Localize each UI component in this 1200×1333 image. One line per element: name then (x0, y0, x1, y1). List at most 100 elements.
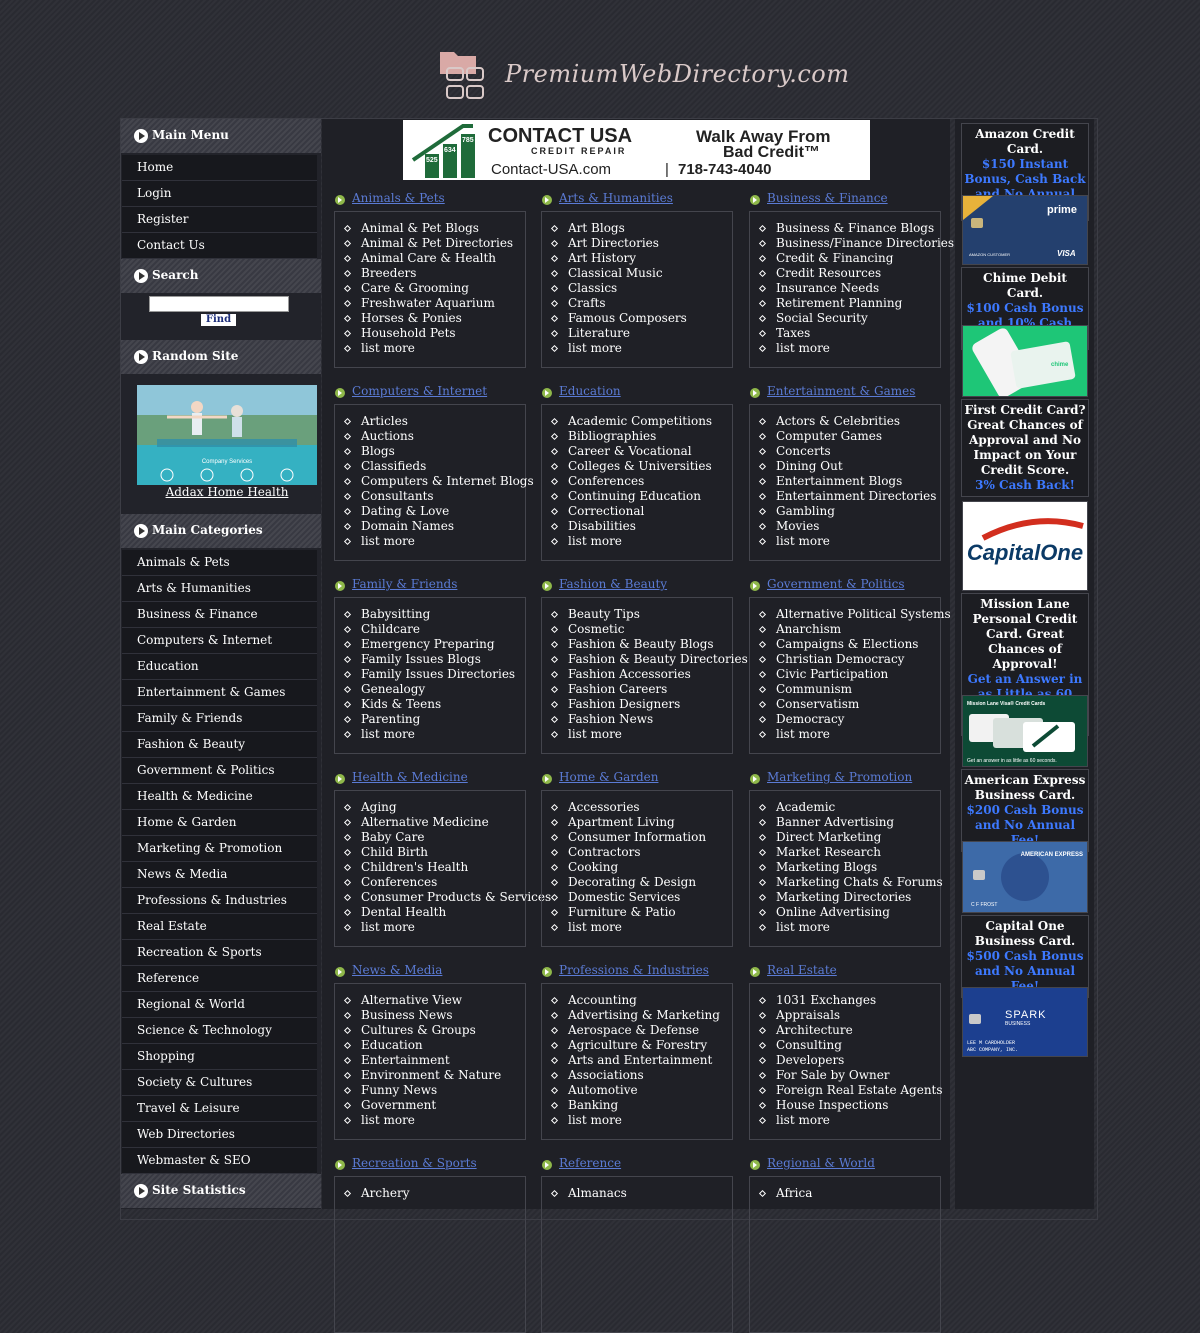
subcategory-link[interactable]: Fashion Designers (552, 697, 748, 712)
category-link-professions-and-industries[interactable]: Professions & Industries (559, 963, 709, 977)
sidebar-category-science-and-technology[interactable]: Science & Technology (122, 1018, 317, 1044)
list-more-link[interactable]: list more (760, 341, 954, 356)
subcategory-link[interactable]: Fashion News (552, 712, 748, 727)
ad-first-credit-card[interactable]: First Credit Card? Great Chances of Appr… (961, 399, 1089, 497)
subcategory-link[interactable]: Consumer Products & Services (345, 890, 551, 905)
subcategory-link[interactable]: Agriculture & Forestry (552, 1038, 720, 1053)
category-link-computers-and-internet[interactable]: Computers & Internet (352, 384, 487, 398)
subcategory-link[interactable]: Entertainment (345, 1053, 501, 1068)
subcategory-link[interactable]: Parenting (345, 712, 515, 727)
amazon-card-image[interactable]: prime AMAZON CUSTOMER VISA (962, 195, 1088, 265)
subcategory-link[interactable]: Entertainment Blogs (760, 474, 936, 489)
subcategory-link[interactable]: Art Directories (552, 236, 687, 251)
subcategory-link[interactable]: Fashion Accessories (552, 667, 748, 682)
subcategory-link[interactable]: Cultures & Groups (345, 1023, 501, 1038)
subcategory-link[interactable]: Gambling (760, 504, 936, 519)
find-button[interactable]: Find (201, 314, 236, 326)
subcategory-link[interactable]: Almanacs (552, 1186, 627, 1201)
site-logo[interactable]: PremiumWebDirectory.com (437, 46, 849, 106)
subcategory-link[interactable]: Famous Composers (552, 311, 687, 326)
subcategory-link[interactable]: Auctions (345, 429, 534, 444)
subcategory-link[interactable]: Household Pets (345, 326, 513, 341)
subcategory-link[interactable]: Consumer Information (552, 830, 706, 845)
subcategory-link[interactable]: Alternative Political Systems (760, 607, 951, 622)
subcategory-link[interactable]: Aging (345, 800, 551, 815)
category-link-health-and-medicine[interactable]: Health & Medicine (352, 770, 468, 784)
sidebar-category-marketing-and-promotion[interactable]: Marketing & Promotion (122, 836, 317, 862)
sidebar-category-fashion-and-beauty[interactable]: Fashion & Beauty (122, 732, 317, 758)
subcategory-link[interactable]: Government (345, 1098, 501, 1113)
category-link-education[interactable]: Education (559, 384, 621, 398)
category-link-news-and-media[interactable]: News & Media (352, 963, 442, 977)
subcategory-link[interactable]: Advertising & Marketing (552, 1008, 720, 1023)
subcategory-link[interactable]: Emergency Preparing (345, 637, 515, 652)
subcategory-link[interactable]: Entertainment Directories (760, 489, 936, 504)
subcategory-link[interactable]: Taxes (760, 326, 954, 341)
subcategory-link[interactable]: Baby Care (345, 830, 551, 845)
subcategory-link[interactable]: Developers (760, 1053, 943, 1068)
subcategory-link[interactable]: Business/Finance Directories (760, 236, 954, 251)
subcategory-link[interactable]: Marketing Directories (760, 890, 943, 905)
subcategory-link[interactable]: Market Research (760, 845, 943, 860)
subcategory-link[interactable]: Insurance Needs (760, 281, 954, 296)
subcategory-link[interactable]: Correctional (552, 504, 712, 519)
subcategory-link[interactable]: Art Blogs (552, 221, 687, 236)
subcategory-link[interactable]: Social Security (760, 311, 954, 326)
subcategory-link[interactable]: Furniture & Patio (552, 905, 706, 920)
subcategory-link[interactable]: Crafts (552, 296, 687, 311)
category-link-entertainment-and-games[interactable]: Entertainment & Games (767, 384, 915, 398)
subcategory-link[interactable]: Alternative Medicine (345, 815, 551, 830)
list-more-link[interactable]: list more (760, 920, 943, 935)
subcategory-link[interactable]: Business News (345, 1008, 501, 1023)
sidebar-category-arts-and-humanities[interactable]: Arts & Humanities (122, 576, 317, 602)
subcategory-link[interactable]: Disabilities (552, 519, 712, 534)
subcategory-link[interactable]: Education (345, 1038, 501, 1053)
subcategory-link[interactable]: Decorating & Design (552, 875, 706, 890)
subcategory-link[interactable]: Academic Competitions (552, 414, 712, 429)
spark-card-image[interactable]: SPARK BUSINESS LEE M CARDHOLDER ABC COMP… (962, 987, 1088, 1057)
category-link-marketing-and-promotion[interactable]: Marketing & Promotion (767, 770, 912, 784)
subcategory-link[interactable]: Academic (760, 800, 943, 815)
subcategory-link[interactable]: Conferences (552, 474, 712, 489)
main-menu-item-login[interactable]: Login (122, 181, 317, 207)
subcategory-link[interactable]: Computers & Internet Blogs (345, 474, 534, 489)
list-more-link[interactable]: list more (345, 341, 513, 356)
subcategory-link[interactable]: Conferences (345, 875, 551, 890)
subcategory-link[interactable]: Anarchism (760, 622, 951, 637)
main-menu-item-register[interactable]: Register (122, 207, 317, 233)
subcategory-link[interactable]: 1031 Exchanges (760, 993, 943, 1008)
subcategory-link[interactable]: Literature (552, 326, 687, 341)
category-link-business-and-finance[interactable]: Business & Finance (767, 191, 888, 205)
sidebar-category-health-and-medicine[interactable]: Health & Medicine (122, 784, 317, 810)
main-menu-item-contact-us[interactable]: Contact Us (122, 233, 317, 259)
sidebar-category-computers-and-internet[interactable]: Computers & Internet (122, 628, 317, 654)
list-more-link[interactable]: list more (345, 1113, 501, 1128)
subcategory-link[interactable]: Communism (760, 682, 951, 697)
subcategory-link[interactable]: Accounting (552, 993, 720, 1008)
subcategory-link[interactable]: Consulting (760, 1038, 943, 1053)
subcategory-link[interactable]: Africa (760, 1186, 812, 1201)
subcategory-link[interactable]: Child Birth (345, 845, 551, 860)
subcategory-link[interactable]: Direct Marketing (760, 830, 943, 845)
category-link-reference[interactable]: Reference (559, 1156, 621, 1170)
subcategory-link[interactable]: Aerospace & Defense (552, 1023, 720, 1038)
search-input[interactable] (149, 296, 289, 312)
sidebar-category-entertainment-and-games[interactable]: Entertainment & Games (122, 680, 317, 706)
subcategory-link[interactable]: Architecture (760, 1023, 943, 1038)
subcategory-link[interactable]: Children's Health (345, 860, 551, 875)
subcategory-link[interactable]: Archery (345, 1186, 409, 1201)
ad-amex-business-card[interactable]: American Express Business Card. $200 Cash… (961, 769, 1089, 852)
subcategory-link[interactable]: Contractors (552, 845, 706, 860)
subcategory-link[interactable]: Fashion Careers (552, 682, 748, 697)
subcategory-link[interactable]: Civic Participation (760, 667, 951, 682)
subcategory-link[interactable]: Marketing Blogs (760, 860, 943, 875)
sidebar-category-news-and-media[interactable]: News & Media (122, 862, 317, 888)
subcategory-link[interactable]: Art History (552, 251, 687, 266)
sidebar-category-family-and-friends[interactable]: Family & Friends (122, 706, 317, 732)
random-site-image[interactable]: Company Services (137, 385, 317, 485)
subcategory-link[interactable]: Domain Names (345, 519, 534, 534)
amex-card-image[interactable]: AMERICAN EXPRESS C F FROST (962, 841, 1088, 913)
random-site-link[interactable]: Addax Home Health (121, 485, 333, 499)
sidebar-category-web-directories[interactable]: Web Directories (122, 1122, 317, 1148)
capital-one-image[interactable]: CapitalOne (962, 501, 1088, 591)
